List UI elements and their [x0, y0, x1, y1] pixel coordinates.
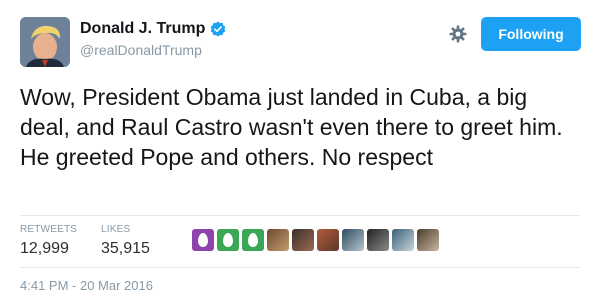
liker-avatar[interactable]: [192, 229, 214, 251]
default-egg-icon: [248, 233, 258, 247]
liker-avatar[interactable]: [342, 229, 364, 251]
default-egg-icon: [198, 233, 208, 247]
liker-avatar[interactable]: [217, 229, 239, 251]
retweets-stat[interactable]: RETWEETS 12,999: [20, 224, 77, 258]
liker-avatar[interactable]: [292, 229, 314, 251]
verified-badge-icon: [211, 21, 226, 37]
likes-label: LIKES: [101, 224, 131, 235]
liker-avatar[interactable]: [317, 229, 339, 251]
liker-avatar[interactable]: [367, 229, 389, 251]
liker-avatar[interactable]: [267, 229, 289, 251]
user-handle[interactable]: @realDonaldTrump: [80, 42, 202, 58]
liker-avatar[interactable]: [242, 229, 264, 251]
retweets-label: RETWEETS: [20, 224, 78, 235]
divider: [20, 267, 580, 268]
liker-avatar[interactable]: [417, 229, 439, 251]
display-name[interactable]: Donald J. Trump: [80, 20, 205, 38]
likes-count: 35,915: [101, 240, 150, 257]
user-name-row: Donald J. Trump: [80, 20, 226, 38]
likes-stat[interactable]: LIKES 35,915: [101, 224, 150, 258]
avatar[interactable]: [20, 17, 70, 67]
divider: [20, 215, 580, 216]
liker-avatars: [192, 229, 439, 251]
tweet-timestamp[interactable]: 4:41 PM - 20 Mar 2016: [20, 278, 153, 293]
tweet-text: Wow, President Obama just landed in Cuba…: [20, 84, 563, 170]
following-button[interactable]: Following: [481, 17, 581, 51]
gear-icon[interactable]: [449, 25, 467, 43]
default-egg-icon: [223, 233, 233, 247]
liker-avatar[interactable]: [392, 229, 414, 251]
retweets-count: 12,999: [20, 240, 69, 257]
avatar-photo: [20, 17, 70, 67]
